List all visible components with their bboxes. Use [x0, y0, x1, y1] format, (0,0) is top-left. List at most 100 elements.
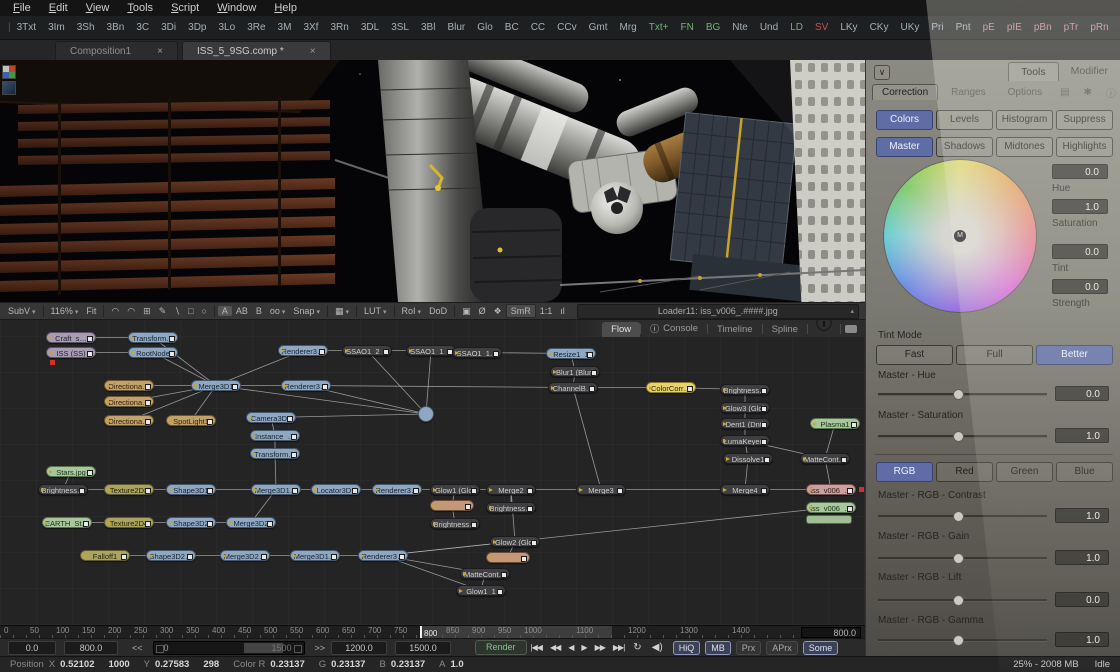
- flow-node[interactable]: MatteCont…: [800, 453, 850, 464]
- close-tab-icon[interactable]: ×: [157, 46, 163, 57]
- flow-node[interactable]: ISS (SS): [46, 347, 96, 358]
- tool-pnt[interactable]: Pnt: [950, 16, 977, 40]
- step-forward2-button[interactable]: ▶▶: [595, 643, 605, 652]
- tool-pri[interactable]: Pri: [925, 16, 949, 40]
- subtab-ranges[interactable]: Ranges: [942, 85, 994, 100]
- slider-track[interactable]: [878, 393, 1047, 396]
- range-slider[interactable]: 01500: [153, 641, 305, 655]
- tool-mrg[interactable]: Mrg: [614, 16, 643, 40]
- flow-node[interactable]: Glow1 (Glo): [430, 484, 480, 495]
- tool-txt+[interactable]: Txt+: [643, 16, 675, 40]
- step-forward-button[interactable]: >>: [315, 643, 326, 653]
- menu-file[interactable]: File: [4, 0, 40, 16]
- flow-node[interactable]: Merge2: [486, 484, 536, 495]
- flow-node[interactable]: [418, 406, 434, 422]
- gain-gamma-icon[interactable]: ıl: [556, 306, 569, 316]
- zoom-level[interactable]: 116%▾: [47, 306, 83, 316]
- slider-master-hue[interactable]: 0.0: [878, 386, 1109, 402]
- mode-histogram[interactable]: Histogram: [996, 110, 1053, 130]
- global-start-field[interactable]: 0.0: [8, 641, 56, 655]
- color-wheel-marker[interactable]: M: [954, 230, 966, 242]
- flow-node[interactable]: Craft_s…: [46, 332, 96, 343]
- tool-3im[interactable]: 3Im: [42, 16, 71, 40]
- tab-timeline[interactable]: Timeline: [708, 322, 762, 337]
- flow-node[interactable]: Camera3D1: [246, 412, 296, 423]
- flow-node[interactable]: Shape3D2…: [146, 550, 196, 561]
- slider-value[interactable]: 0.0: [1055, 386, 1109, 401]
- render-range-start-field[interactable]: 1200.0: [331, 641, 387, 655]
- tool-pbn[interactable]: pBn: [1028, 16, 1058, 40]
- goto-start-button[interactable]: |◀◀: [531, 643, 542, 652]
- composition-tab[interactable]: Composition1×: [55, 41, 178, 60]
- slider-track[interactable]: [878, 435, 1047, 438]
- gear-icon[interactable]: ✱: [1084, 87, 1092, 98]
- flow-node[interactable]: iss_v006_…: [806, 502, 856, 513]
- tab-flow[interactable]: Flow: [602, 322, 640, 337]
- tool-ccv[interactable]: CCv: [551, 16, 582, 40]
- flow-node[interactable]: Shape3D1: [166, 484, 216, 495]
- tool-3txt[interactable]: 3Txt: [11, 16, 42, 40]
- rectangle-icon[interactable]: □: [184, 306, 197, 316]
- flow-node[interactable]: Dent1 (Dnt): [720, 418, 770, 429]
- mode-levels[interactable]: Levels: [936, 110, 993, 130]
- slider-thumb[interactable]: [953, 389, 964, 400]
- tool-pe[interactable]: pE: [977, 16, 1001, 40]
- current-frame-box[interactable]: 800.0: [801, 627, 861, 638]
- aprx-toggle[interactable]: APrx: [766, 641, 798, 655]
- hiq-toggle[interactable]: HiQ: [673, 641, 701, 655]
- timeline-ruler[interactable]: 0501001502002503003504004505005506006507…: [0, 625, 865, 639]
- flow-node[interactable]: Locator3D1: [311, 484, 361, 495]
- flow-node[interactable]: Brightness…: [430, 518, 480, 529]
- tool-glo[interactable]: Glo: [471, 16, 499, 40]
- subv-menu[interactable]: SubV▾: [4, 306, 40, 316]
- channel-red[interactable]: Red: [936, 462, 993, 482]
- spline-b-icon[interactable]: ◠: [123, 306, 139, 317]
- goto-end-button[interactable]: ▶▶|: [613, 643, 624, 652]
- render-button[interactable]: Render: [475, 640, 527, 655]
- channel-green[interactable]: Green: [996, 462, 1053, 482]
- flow-node[interactable]: Merge3: [576, 484, 626, 495]
- slider-master-saturation[interactable]: 1.0: [878, 428, 1109, 444]
- spline-a-icon[interactable]: ◠: [107, 306, 123, 317]
- flow-node[interactable]: Directiona…: [104, 415, 154, 426]
- tool-blur[interactable]: Blur: [441, 16, 471, 40]
- tool-pie[interactable]: pIE: [1001, 16, 1028, 40]
- tool-3sh[interactable]: 3Sh: [71, 16, 101, 40]
- tool-ptr[interactable]: pTr: [1058, 16, 1085, 40]
- viewer-source-title[interactable]: Loader11: iss_v006_.####.jpg ▴: [577, 304, 859, 319]
- dod-button[interactable]: DoD: [425, 306, 451, 316]
- flow-node[interactable]: Resize1_1: [546, 348, 596, 359]
- tool-und[interactable]: Und: [754, 16, 784, 40]
- range-master[interactable]: Master: [876, 137, 933, 157]
- tool-bc[interactable]: BC: [499, 16, 525, 40]
- flow-view[interactable]: Craft_s… Transform… ISS (SS) RootNode Render…: [0, 320, 865, 625]
- flow-node[interactable]: Transform…: [128, 332, 178, 343]
- info-icon[interactable]: ⓘ: [816, 320, 832, 334]
- ratio-button[interactable]: 1:1: [536, 306, 557, 316]
- tint-value[interactable]: 0.0: [1052, 244, 1108, 259]
- tool-3lo[interactable]: 3Lo: [213, 16, 242, 40]
- lock-icon[interactable]: ▣: [458, 306, 475, 317]
- slider-value[interactable]: 1.0: [1055, 550, 1109, 565]
- flow-node[interactable]: Shape3D2: [166, 517, 216, 528]
- flow-node[interactable]: Glow1_1: [456, 585, 506, 596]
- tab-spline[interactable]: Spline: [763, 322, 807, 337]
- loop-icon[interactable]: ↻: [633, 642, 641, 653]
- flow-node[interactable]: Renderer3…: [281, 380, 331, 391]
- view-layout-icon-2[interactable]: [2, 81, 16, 95]
- tool-lky[interactable]: LKy: [834, 16, 863, 40]
- flow-node[interactable]: Brightness…: [720, 384, 770, 395]
- slider-thumb[interactable]: [953, 431, 964, 442]
- flow-node[interactable]: Renderer3…: [358, 550, 408, 561]
- flow-node[interactable]: Merge3D1…: [251, 484, 301, 495]
- grid-icon[interactable]: ⊞: [139, 306, 155, 317]
- flow-node[interactable]: Stars.jpg: [46, 466, 96, 477]
- render-end-field[interactable]: 800.0: [64, 641, 118, 655]
- slider-track[interactable]: [878, 557, 1047, 560]
- tool-uky[interactable]: UKy: [894, 16, 925, 40]
- flow-node[interactable]: RootNode: [128, 347, 178, 358]
- snap-menu[interactable]: Snap▾: [289, 306, 324, 316]
- flow-node[interactable]: Renderer3…: [372, 484, 422, 495]
- slider-track[interactable]: [878, 515, 1047, 518]
- checker-icon[interactable]: ❖: [490, 306, 506, 317]
